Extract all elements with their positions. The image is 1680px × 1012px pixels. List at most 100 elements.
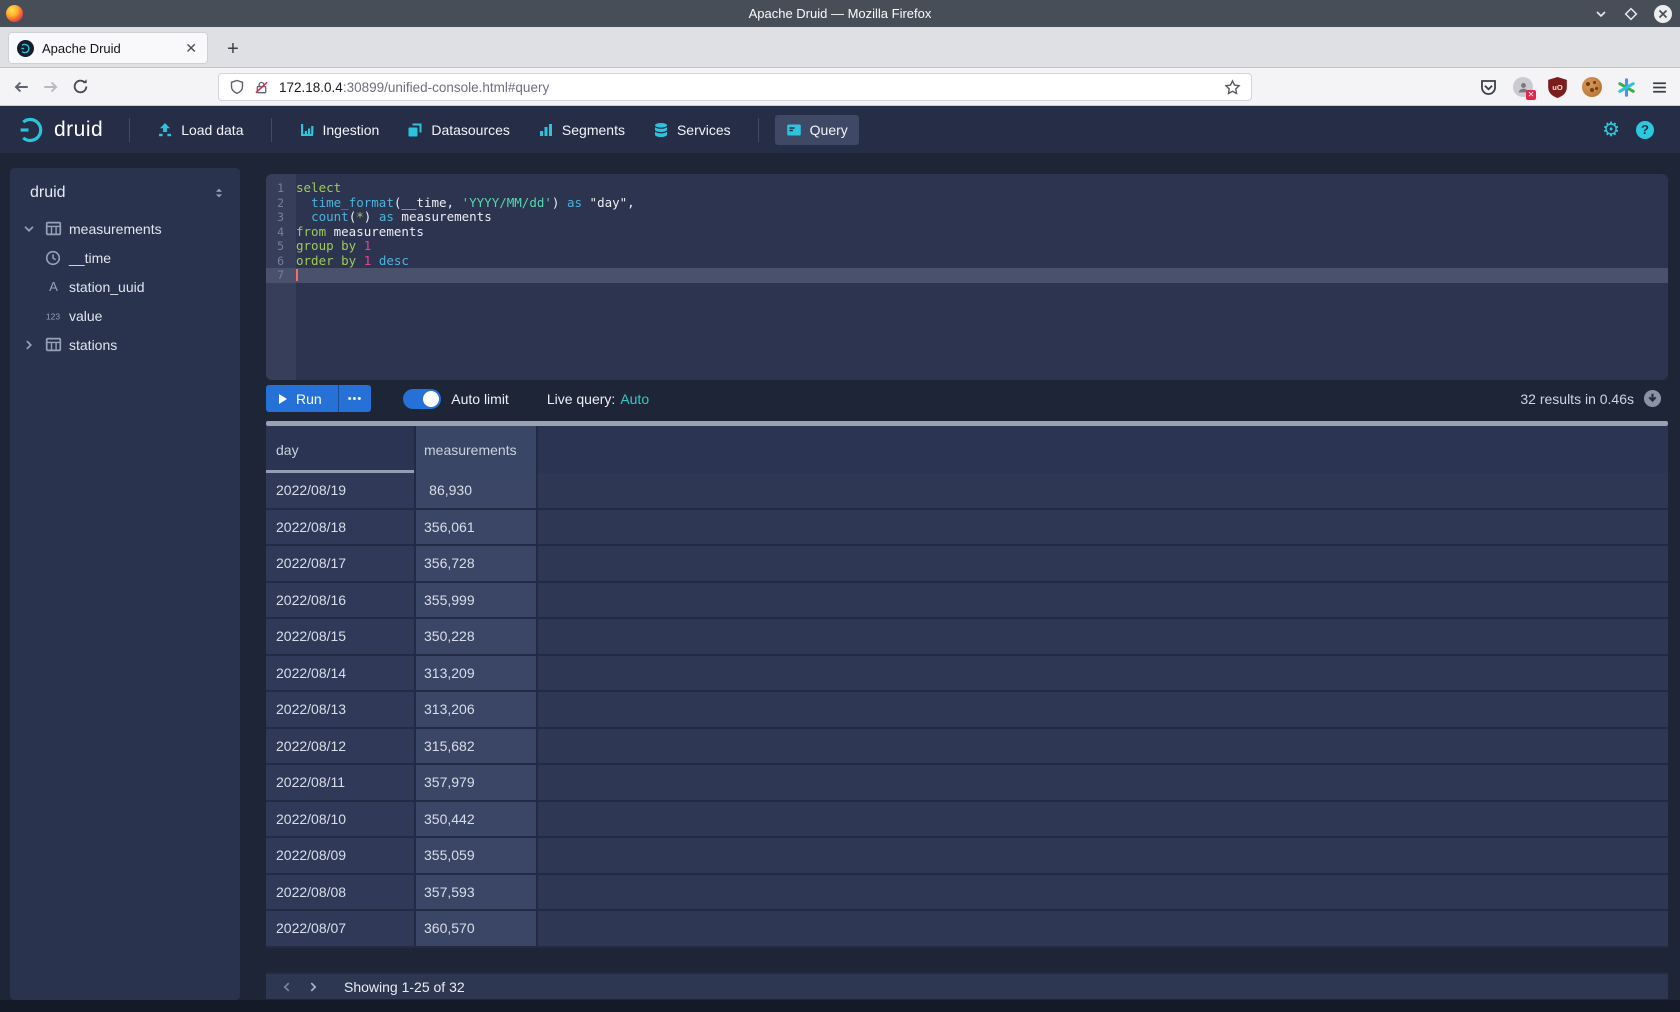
header-filler: [538, 426, 1668, 473]
close-icon[interactable]: [1654, 5, 1672, 23]
cell-measurements[interactable]: 356,061: [416, 510, 538, 545]
svg-text:123: 123: [46, 311, 61, 321]
cell-measurements[interactable]: 313,209: [416, 656, 538, 691]
table-row[interactable]: 2022/08/14313,209: [266, 656, 1668, 693]
nav-item-datasources[interactable]: Datasources: [396, 115, 521, 145]
nav-item-load-data[interactable]: Load data: [146, 115, 254, 145]
chevron-down-icon[interactable]: [22, 222, 38, 236]
cell-day[interactable]: 2022/08/08: [266, 875, 416, 910]
back-icon[interactable]: [12, 78, 30, 96]
tracking-shield-icon[interactable]: [229, 79, 245, 95]
druid-logo[interactable]: druid: [18, 116, 103, 144]
cell-measurements[interactable]: 356,728: [416, 546, 538, 581]
tree-item-measurements[interactable]: measurements: [10, 214, 240, 243]
cell-day[interactable]: 2022/08/09: [266, 838, 416, 873]
code-line-2[interactable]: 2 time_format(__time, 'YYYY/MM/dd') as "…: [266, 196, 1668, 211]
forward-icon[interactable]: [42, 78, 60, 96]
tree-item-stations[interactable]: stations: [10, 330, 240, 359]
table-row[interactable]: 2022/08/10350,442: [266, 802, 1668, 839]
cell-measurements[interactable]: 313,206: [416, 692, 538, 727]
code-text: count(*) as measurements: [290, 210, 492, 225]
menu-hamburger-icon[interactable]: [1651, 79, 1668, 96]
tab-apache-druid[interactable]: Apache Druid ✕: [8, 32, 208, 64]
cell-day[interactable]: 2022/08/07: [266, 911, 416, 946]
cell-day[interactable]: 2022/08/17: [266, 546, 416, 581]
maximize-icon[interactable]: [1624, 7, 1638, 21]
url-bar[interactable]: 172.18.0.4:30899/unified-console.html#qu…: [218, 73, 1252, 101]
cell-measurements[interactable]: 360,570: [416, 911, 538, 946]
cell-day[interactable]: 2022/08/11: [266, 765, 416, 800]
nav-item-query[interactable]: Query: [775, 115, 859, 145]
new-tab-button[interactable]: +: [220, 36, 246, 62]
table-row[interactable]: 2022/08/15350,228: [266, 619, 1668, 656]
auto-limit-toggle[interactable]: [403, 389, 441, 409]
code-line-6[interactable]: 6order by 1 desc: [266, 254, 1668, 269]
account-icon[interactable]: ✕: [1513, 77, 1533, 97]
next-page-icon[interactable]: [306, 980, 320, 994]
cell-day[interactable]: 2022/08/13: [266, 692, 416, 727]
cell-measurements[interactable]: 355,059: [416, 838, 538, 873]
live-query-value[interactable]: Auto: [620, 391, 649, 407]
nav-item-label: Segments: [562, 122, 625, 138]
cell-day[interactable]: 2022/08/16: [266, 583, 416, 618]
nav-item-segments[interactable]: Segments: [527, 115, 636, 145]
table-row[interactable]: 2022/08/16355,999: [266, 583, 1668, 620]
extension-asterisk-icon[interactable]: [1617, 78, 1636, 97]
column-header-measurements[interactable]: measurements: [416, 426, 538, 473]
cell-day[interactable]: 2022/08/10: [266, 802, 416, 837]
table-row[interactable]: 2022/08/12315,682: [266, 729, 1668, 766]
table-row[interactable]: 2022/08/17356,728: [266, 546, 1668, 583]
cell-measurements[interactable]: 355,999: [416, 583, 538, 618]
column-header-day[interactable]: day: [266, 426, 416, 473]
code-line-1[interactable]: 1select: [266, 181, 1668, 196]
insecure-lock-icon[interactable]: [254, 80, 269, 95]
code-line-3[interactable]: 3 count(*) as measurements: [266, 210, 1668, 225]
tree-item-time[interactable]: __time: [10, 243, 240, 272]
ublock-extension-icon[interactable]: uO: [1548, 77, 1567, 98]
pocket-icon[interactable]: [1479, 78, 1498, 97]
table-row[interactable]: 2022/08/13313,206: [266, 692, 1668, 729]
previous-page-icon[interactable]: [280, 980, 294, 994]
query-view: druid measurements__timeAstation_uuid123…: [0, 153, 1680, 1000]
toggle-knob: [423, 391, 439, 407]
code-line-7[interactable]: 7: [266, 268, 1668, 283]
tree-item-station_uuid[interactable]: Astation_uuid: [10, 272, 240, 301]
bookmark-star-icon[interactable]: [1224, 79, 1241, 96]
cell-day[interactable]: 2022/08/14: [266, 656, 416, 691]
table-row[interactable]: 2022/08/18356,061: [266, 510, 1668, 547]
cell-day[interactable]: 2022/08/19: [266, 473, 416, 508]
download-icon[interactable]: [1643, 389, 1662, 408]
cookie-extension-icon[interactable]: [1582, 77, 1602, 97]
tree-item-value[interactable]: 123value: [10, 301, 240, 330]
table-row[interactable]: 2022/08/07360,570: [266, 911, 1668, 948]
cell-measurements[interactable]: 350,228: [416, 619, 538, 654]
run-more-button[interactable]: •••: [338, 385, 372, 412]
table-row[interactable]: 2022/08/08357,593: [266, 875, 1668, 912]
cell-measurements[interactable]: 350,442: [416, 802, 538, 837]
url-text[interactable]: 172.18.0.4:30899/unified-console.html#qu…: [279, 80, 1224, 95]
settings-gear-icon[interactable]: ⚙: [1602, 120, 1620, 140]
table-row[interactable]: 2022/08/09355,059: [266, 838, 1668, 875]
cell-measurements[interactable]: 315,682: [416, 729, 538, 764]
cell-day[interactable]: 2022/08/12: [266, 729, 416, 764]
schema-sort-icon[interactable]: [212, 186, 226, 200]
cell-measurements[interactable]: 357,979: [416, 765, 538, 800]
sql-editor[interactable]: 1select2 time_format(__time, 'YYYY/MM/dd…: [266, 174, 1668, 380]
tab-close-icon[interactable]: ✕: [183, 40, 199, 57]
cell-day[interactable]: 2022/08/18: [266, 510, 416, 545]
nav-item-services[interactable]: Services: [642, 115, 742, 145]
reload-icon[interactable]: [72, 78, 89, 95]
account-error-badge: ✕: [1526, 90, 1536, 100]
code-line-4[interactable]: 4from measurements: [266, 225, 1668, 240]
table-row[interactable]: 2022/08/11357,979: [266, 765, 1668, 802]
run-button[interactable]: Run: [266, 385, 338, 412]
help-icon[interactable]: ?: [1636, 121, 1654, 139]
chevron-right-icon[interactable]: [22, 338, 38, 352]
code-line-5[interactable]: 5group by 1: [266, 239, 1668, 254]
table-row[interactable]: 2022/08/1986,930: [266, 473, 1668, 510]
cell-day[interactable]: 2022/08/15: [266, 619, 416, 654]
nav-item-ingestion[interactable]: Ingestion: [288, 115, 391, 145]
cell-measurements[interactable]: 357,593: [416, 875, 538, 910]
cell-measurements[interactable]: 86,930: [416, 473, 538, 508]
minimize-icon[interactable]: [1594, 7, 1608, 21]
